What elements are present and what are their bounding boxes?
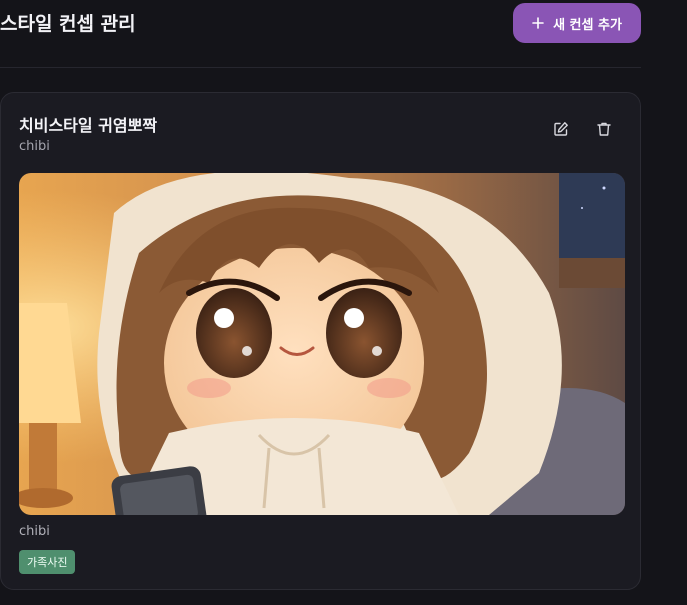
trash-icon xyxy=(597,122,611,136)
concept-title: 치비스타일 귀염뽀짝 xyxy=(19,116,158,135)
edit-icon xyxy=(554,122,568,136)
page-title: 스타일 컨셉 관리 xyxy=(0,13,136,35)
image-caption: chibi xyxy=(19,524,50,539)
edit-button[interactable] xyxy=(551,119,571,139)
concept-card: 치비스타일 귀염뽀짝 chibi chibi 가족사진 xyxy=(0,92,641,590)
add-concept-button[interactable]: 새 컨셉 추가 xyxy=(513,3,641,43)
delete-button[interactable] xyxy=(594,119,614,139)
concept-subtitle: chibi xyxy=(19,139,50,154)
add-concept-button-label: 새 컨셉 추가 xyxy=(553,17,622,33)
plus-icon xyxy=(532,17,544,29)
concept-image xyxy=(19,173,625,515)
header-divider xyxy=(0,67,641,68)
category-tag: 가족사진 xyxy=(19,550,76,574)
